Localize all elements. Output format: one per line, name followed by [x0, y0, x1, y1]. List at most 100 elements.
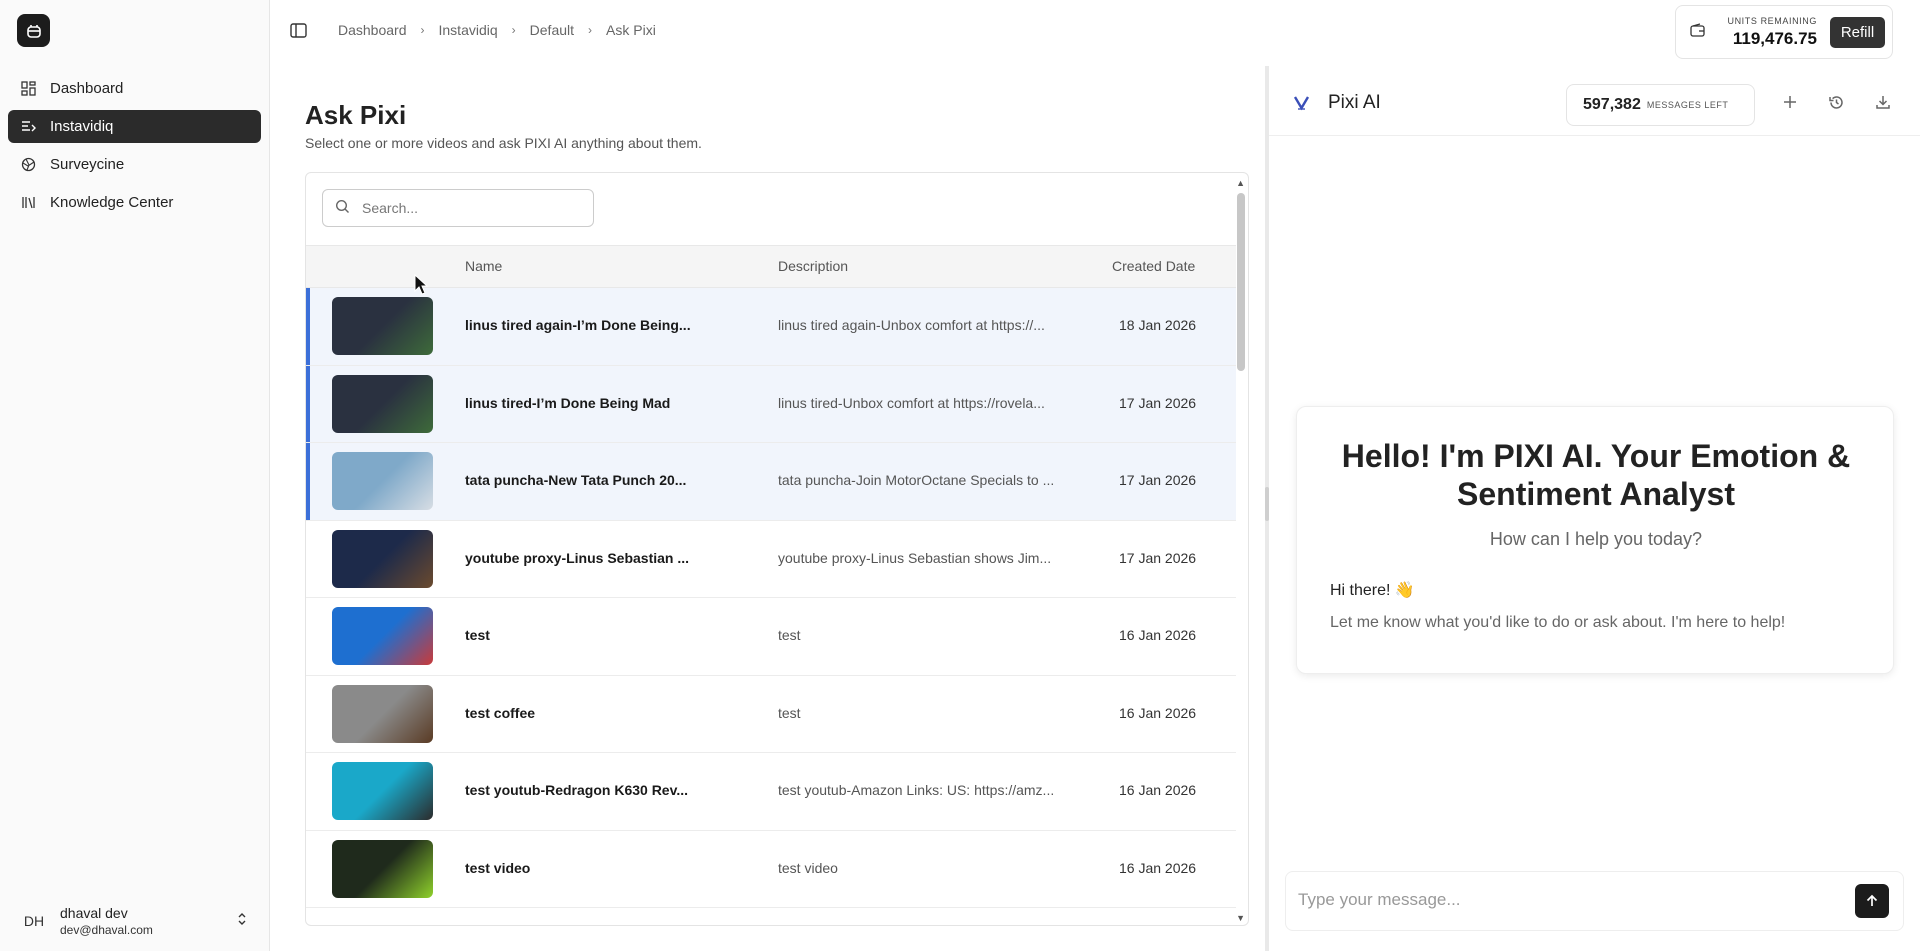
breadcrumb-current: Ask Pixi: [606, 22, 656, 38]
video-created-date: 17 Jan 2026: [1119, 549, 1197, 566]
sidebar-nav: Dashboard Instavidiq Surveycine Knowledg…: [8, 72, 261, 224]
chevron-right-icon: ›: [511, 23, 516, 37]
column-header-description[interactable]: Description: [778, 258, 848, 274]
sidebar-toggle-icon[interactable]: [290, 22, 307, 43]
video-created-date: 17 Jan 2026: [1119, 394, 1197, 411]
sidebar-item-instavidiq[interactable]: Instavidiq: [8, 110, 261, 143]
table-row[interactable]: youtube proxy-Linus Sebastian ... youtube…: [306, 521, 1236, 598]
video-thumbnail[interactable]: [332, 297, 433, 355]
table-scrollbar[interactable]: ▲ ▼: [1234, 173, 1248, 925]
search-input[interactable]: [362, 200, 582, 216]
sidebar-item-dashboard[interactable]: Dashboard: [8, 72, 261, 105]
user-info: dhaval dev dev@dhaval.com: [60, 905, 237, 937]
welcome-title: Hello! I'm PIXI AI. Your Emotion & Senti…: [1341, 438, 1851, 512]
top-bar: Dashboard › Instavidiq › Default › Ask P…: [270, 0, 1920, 64]
video-name: test: [465, 627, 490, 643]
breadcrumb-instavidiq[interactable]: Instavidiq: [439, 22, 498, 38]
video-name: tata puncha-New Tata Punch 20...: [465, 472, 687, 488]
video-created-date: 17 Jan 2026: [1119, 472, 1197, 488]
send-button[interactable]: [1855, 884, 1889, 918]
video-thumbnail[interactable]: [332, 374, 433, 433]
scroll-down-arrow-icon[interactable]: ▼: [1236, 913, 1245, 923]
user-name: dhaval dev: [60, 905, 128, 921]
pixi-logo-icon: [1293, 94, 1310, 115]
video-created-date: 16 Jan 2026: [1119, 627, 1197, 643]
table-row[interactable]: linus tired-I’m Done Being Mad linus tire…: [306, 365, 1236, 443]
video-created-date: 16 Jan 2026: [1119, 704, 1197, 721]
table-row[interactable]: test video test video 16 Jan 2026: [306, 831, 1236, 908]
video-name: linus tired again-I’m Done Being...: [465, 317, 691, 333]
video-thumbnail[interactable]: [332, 762, 433, 820]
video-created-date: 18 Jan 2026: [1119, 317, 1197, 333]
sidebar-item-label: Surveycine: [50, 156, 125, 173]
refill-button[interactable]: Refill: [1830, 17, 1885, 48]
video-name: test youtub-Redragon K630 Rev...: [465, 782, 689, 798]
mouse-cursor-icon: [414, 273, 429, 300]
breadcrumb-dashboard[interactable]: Dashboard: [338, 22, 407, 38]
new-chat-plus-icon[interactable]: [1782, 94, 1798, 114]
download-icon[interactable]: [1875, 94, 1891, 114]
table-row[interactable]: test test 16 Jan 2026: [306, 598, 1236, 676]
sidebar-item-label: Instavidiq: [50, 118, 114, 135]
table-body: linus tired again-I’m Done Being... linus…: [306, 288, 1236, 908]
units-value: 119,476.75: [1732, 28, 1817, 48]
chevron-up-down-icon: [237, 912, 247, 930]
library-icon: [20, 195, 36, 211]
sidebar-item-label: Dashboard: [50, 80, 124, 97]
greeting-message: Let me know what you'd like to do or ask…: [1330, 614, 1786, 631]
video-thumbnail[interactable]: [332, 529, 433, 588]
video-thumbnail[interactable]: [332, 684, 433, 743]
breadcrumb-default[interactable]: Default: [530, 22, 574, 38]
dashboard-icon: [20, 81, 36, 97]
video-thumbnail[interactable]: [332, 839, 433, 898]
table-row[interactable]: linus tired again-I’m Done Being... linus…: [306, 288, 1236, 366]
greeting: Hi there! 👋: [1330, 582, 1415, 599]
chevron-right-icon: ›: [588, 23, 593, 37]
video-description: tata puncha-Join MotorOctane Specials to…: [778, 472, 1055, 488]
sidebar-item-surveycine[interactable]: Surveycine: [8, 148, 261, 181]
avatar: DH: [23, 913, 45, 929]
page-title: Ask Pixi: [305, 100, 407, 130]
scroll-up-arrow-icon[interactable]: ▲: [1236, 178, 1245, 188]
chat-message-input[interactable]: [1298, 890, 1838, 910]
video-thumbnail[interactable]: [332, 452, 433, 510]
video-description: test video: [778, 859, 838, 876]
sidebar-item-label: Knowledge Center: [50, 194, 174, 211]
user-email: dev@dhaval.com: [60, 923, 153, 937]
video-description: test: [778, 704, 801, 721]
units-label: UNITS REMAINING: [1727, 15, 1817, 26]
column-header-created-date[interactable]: Created Date: [1112, 258, 1195, 274]
chat-input-box: [1285, 871, 1904, 931]
video-name: linus tired-I’m Done Being Mad: [465, 394, 671, 411]
scroll-thumb[interactable]: [1237, 193, 1245, 371]
video-name: test coffee: [465, 704, 536, 721]
table-row[interactable]: test youtub-Redragon K630 Rev... test you…: [306, 753, 1236, 831]
logo-icon: [26, 24, 41, 38]
sidebar: Dashboard Instavidiq Surveycine Knowledg…: [0, 0, 270, 951]
chat-panel: Pixi AI 597,382 MESSAGES LEFT Hello! I'm…: [1269, 66, 1920, 951]
chat-title: Pixi AI: [1328, 92, 1381, 113]
user-menu[interactable]: DH dhaval dev dev@dhaval.com: [0, 891, 269, 951]
video-table: Name Description Created Date linus tire…: [305, 172, 1249, 926]
sidebar-item-knowledge-center[interactable]: Knowledge Center: [8, 186, 261, 219]
video-thumbnail[interactable]: [332, 607, 433, 665]
main-content: Ask Pixi Select one or more videos and a…: [270, 66, 1265, 951]
history-icon[interactable]: [1828, 94, 1845, 115]
video-created-date: 16 Jan 2026: [1119, 859, 1197, 876]
globe-icon: [20, 157, 36, 173]
app-logo[interactable]: [17, 14, 50, 47]
units-remaining-card: UNITS REMAINING 119,476.75 Refill: [1675, 5, 1893, 59]
video-created-date: 16 Jan 2026: [1119, 782, 1197, 798]
messages-left-badge: 597,382 MESSAGES LEFT: [1566, 84, 1755, 126]
table-row[interactable]: tata puncha-New Tata Punch 20... tata pun…: [306, 443, 1236, 521]
arrow-up-icon: [1866, 894, 1878, 906]
list-icon: [20, 119, 36, 135]
breadcrumb: Dashboard › Instavidiq › Default › Ask P…: [338, 22, 656, 38]
column-header-name[interactable]: Name: [465, 258, 502, 274]
video-description: linus tired again-Unbox comfort at https…: [778, 317, 1045, 333]
search-box[interactable]: [322, 189, 594, 227]
chevron-right-icon: ›: [420, 23, 425, 37]
table-row[interactable]: test coffee test 16 Jan 2026: [306, 676, 1236, 753]
video-description: test youtub-Amazon Links: US: https://am…: [778, 782, 1055, 798]
video-description: linus tired-Unbox comfort at https://rov…: [778, 394, 1045, 411]
